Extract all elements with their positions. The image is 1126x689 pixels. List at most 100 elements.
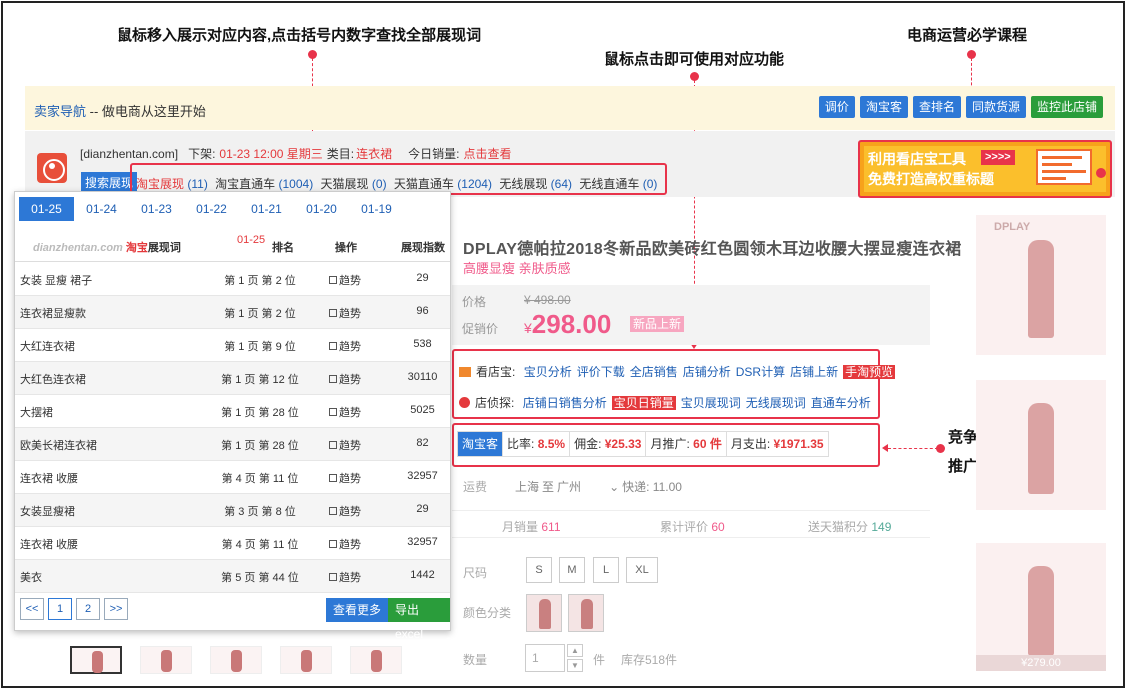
thumbnail[interactable] [210,646,262,674]
seller-nav-title: 卖家导航 -- 做电商从这里开始 [34,101,206,120]
size-option-xl[interactable]: XL [626,557,658,583]
quantity-label: 数量 [463,653,488,667]
trend-link[interactable]: 趋势 [329,437,361,453]
keyword-cell: 连衣裙 收腰 [20,539,79,551]
index-cell: 1442 [410,569,435,581]
quantity-up-icon[interactable]: ▲ [567,644,583,657]
side-product-image[interactable]: ¥279.00 [976,543,1106,671]
size-option-s[interactable]: S [526,557,552,583]
category-value[interactable]: 连衣裙 [356,147,392,161]
dzt-item-daily-sales-link[interactable]: 宝贝日销量 [611,396,676,410]
taobaoke-button[interactable]: 淘宝客 [859,96,908,118]
color-swatch[interactable] [568,594,604,632]
annotation-course-tip: 电商运营必学课程 [907,27,1028,44]
page-last-button[interactable]: >> [104,598,128,620]
item-info-line: [dianzhentan.com] 下架: 01-23 12:00 星期三 类目: 连衣… [80,145,522,162]
kandianbao-row: 看店宝: 宝贝分析 评价下载 全店销售 店铺分析 DSR计算 店铺上新 手淘预览 [459,363,900,380]
taobaoke-monthly-promote: 月推广: 60 件 [646,432,727,456]
listed-value: 01-23 12:00 星期三 [219,147,323,161]
dzt-wireless-words-link[interactable]: 无线展现词 [746,396,806,410]
date-tab[interactable]: 01-22 [184,197,239,221]
rank-cell: 第 5 页 第 44 位 [221,572,299,584]
annotation-hover-tip: 鼠标移入展示对应内容,点击括号内数字查找全部展现词 [117,27,482,44]
shipping-label: 运费 [463,480,488,494]
seller-nav-brand-link[interactable]: 卖家导航 [34,104,86,119]
screen-icon [1036,149,1092,185]
thumbnail[interactable] [140,646,192,674]
trend-link[interactable]: 趋势 [329,305,361,321]
side-product-image[interactable]: DPLAY [976,215,1106,355]
page-2-button[interactable]: 2 [76,598,100,620]
page-first-button[interactable]: << [20,598,44,620]
trend-icon [329,276,337,284]
size-label: 尺码 [463,566,488,580]
thumbnail[interactable] [350,646,402,674]
dzt-ztc-analysis-link[interactable]: 直通车分析 [811,396,871,410]
banner-arrow-chip: >>>> [981,150,1015,165]
today-sales-link[interactable]: 点击查看 [464,147,512,161]
page-1-button[interactable]: 1 [48,598,72,620]
dzt-shop-daily-link[interactable]: 店铺日销售分析 [523,396,607,410]
ship-to-select[interactable]: 广州 ⌄ [557,480,619,494]
keyword-cell: 欧美长裙连衣裙 [20,440,97,452]
kdb-new-arrivals-link[interactable]: 店铺上新 [790,365,838,379]
kdb-shop-analysis-link[interactable]: 店铺分析 [683,365,731,379]
date-tab[interactable]: 01-25 [19,197,74,221]
quantity-down-icon[interactable]: ▼ [567,659,583,672]
size-option-l[interactable]: L [593,557,619,583]
category-label: 类目: [326,147,355,161]
date-tab[interactable]: 01-24 [74,197,129,221]
course-banner[interactable]: 利用看店宝工具 >>>> 免费打造高权重标题 [858,140,1112,198]
index-cell: 29 [416,272,429,284]
adjust-price-button[interactable]: 调价 [818,96,855,118]
date-tab[interactable]: 01-19 [349,197,404,221]
trend-link[interactable]: 趋势 [329,338,361,354]
total-reviews[interactable]: 累计评价 60 [660,518,725,535]
check-rank-button[interactable]: 查排名 [912,96,961,118]
same-source-button[interactable]: 同款货源 [965,96,1026,118]
monitor-shop-button[interactable]: 监控此店铺 [1030,96,1103,118]
side-product-image[interactable] [976,380,1106,510]
annotation-dot [936,444,945,453]
export-excel-button[interactable]: 导出excel [388,598,450,641]
kdb-review-download-link[interactable]: 评价下载 [577,365,625,379]
thumbnail[interactable] [280,646,332,674]
trend-link[interactable]: 趋势 [329,371,361,387]
date-tab[interactable]: 01-23 [129,197,184,221]
header-date: 01-25 [237,234,266,246]
color-swatch[interactable] [526,594,562,632]
trend-link[interactable]: 趋势 [329,470,361,486]
thumbnail[interactable] [70,646,122,674]
kdb-item-analysis-link[interactable]: 宝贝分析 [524,365,572,379]
date-tab[interactable]: 01-21 [239,197,294,221]
trend-link[interactable]: 趋势 [329,503,361,519]
dzt-exposure-words-link[interactable]: 宝贝展现词 [681,396,741,410]
trend-link[interactable]: 趋势 [329,569,361,585]
header-rank: 排名 [272,242,294,254]
trend-link[interactable]: 趋势 [329,536,361,552]
rank-cell: 第 1 页 第 9 位 [224,341,296,353]
quantity-unit: 件 [593,653,606,667]
plugin-logo-icon [37,153,67,183]
kdb-dsr-link[interactable]: DSR计算 [736,365,785,379]
trend-link[interactable]: 趋势 [329,272,361,288]
quantity-input[interactable]: 1 [525,644,565,672]
taobaoke-head[interactable]: 淘宝客 [458,432,504,456]
kdb-shop-sales-link[interactable]: 全店销售 [630,365,678,379]
keyword-cell: 大摆裙 [20,407,53,419]
kdb-mobile-preview-link[interactable]: 手淘预览 [843,365,896,379]
trend-icon [329,375,337,383]
size-option-m[interactable]: M [559,557,585,583]
shop-domain[interactable]: [dianzhentan.com] [80,147,178,161]
trend-icon [329,573,337,581]
shipping-row: 运费 上海至广州 ⌄ 快递: 11.00 [463,478,685,495]
trend-link[interactable]: 趋势 [329,404,361,420]
annotation-line [888,448,938,449]
dianzhentan-row: 店侦探: 店铺日销售分析 宝贝日销量 宝贝展现词 无线展现词 直通车分析 [459,394,876,411]
view-more-button[interactable]: 查看更多 [326,598,389,622]
ship-express: 快递: 11.00 [622,480,682,494]
date-tab[interactable]: 01-20 [294,197,349,221]
taobaoke-stats: 淘宝客 比率: 8.5% 佣金: ¥25.33 月推广: 60 件 月支出: ¥… [457,431,829,457]
rank-cell: 第 3 页 第 8 位 [224,506,296,518]
exposure-keywords-popup: 01-25 01-24 01-23 01-22 01-21 01-20 01-1… [14,191,451,641]
